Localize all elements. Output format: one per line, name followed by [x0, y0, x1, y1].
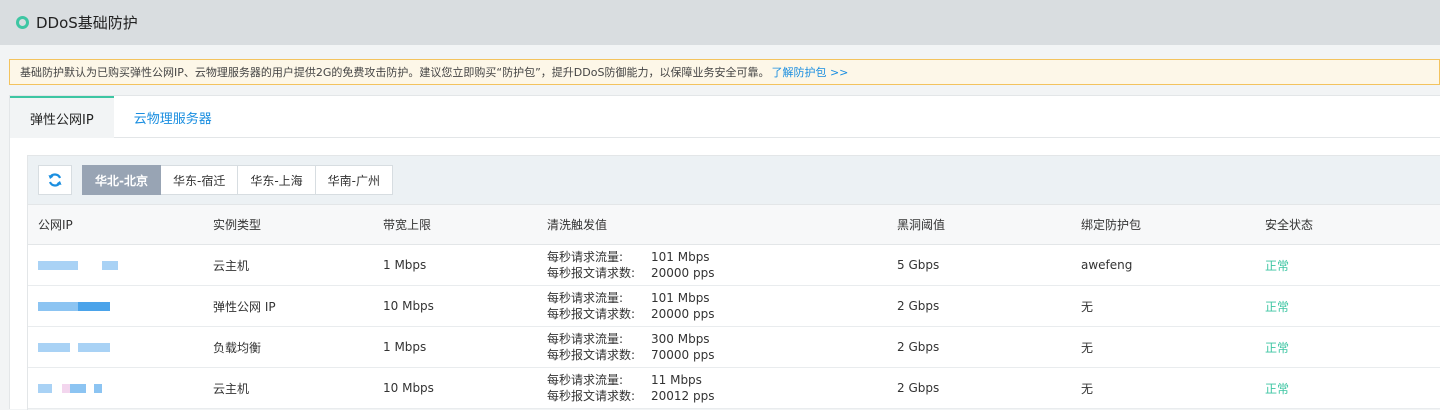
table-row: 弹性公网 IP 10 Mbps 每秒请求流量: 101 Mbps 每秒报文请求数:…: [28, 286, 1440, 327]
flow-value: 300 Mbps: [651, 332, 710, 346]
bandwidth-cell: 1 Mbps: [383, 340, 427, 354]
blackhole-cell: 2 Gbps: [897, 381, 940, 395]
status-cell: 正常: [1265, 258, 1290, 273]
region-selector: 华北-北京 华东-宿迁 华东-上海 华南-广州: [82, 165, 394, 195]
pps-label: 每秒报文请求数:: [547, 266, 636, 280]
type-cell: 弹性公网 IP: [213, 299, 276, 314]
page-title: DDoS基础防护: [36, 14, 138, 32]
blurred-ip: [38, 260, 213, 270]
bandwidth-cell: 1 Mbps: [383, 258, 427, 272]
pps-value: 20012 pps: [651, 389, 715, 403]
ip-cell: [28, 245, 213, 286]
flow-label: 每秒请求流量:: [547, 250, 624, 264]
blackhole-cell: 2 Gbps: [897, 340, 940, 354]
pps-value: 70000 pps: [651, 348, 715, 362]
ip-table: 公网IP 实例类型 带宽上限 清洗触发值 黑洞阈值 绑定防护包 安全状态 云主机…: [28, 204, 1440, 409]
tab-bare-metal[interactable]: 云物理服务器: [114, 96, 232, 138]
region-north-beijing[interactable]: 华北-北京: [82, 165, 161, 195]
notice-text: 基础防护默认为已购买弹性公网IP、云物理服务器的用户提供2G的免费攻击防护。建议…: [20, 66, 770, 79]
region-east-suqian[interactable]: 华东-宿迁: [160, 165, 239, 195]
main-panel: 弹性公网IP 云物理服务器 华北-北京 华东-宿迁 华东-上海 华南-广州 公网…: [9, 95, 1440, 410]
page-header: DDoS基础防护: [0, 0, 1440, 45]
table-row: 云主机 1 Mbps 每秒请求流量: 101 Mbps 每秒报文请求数: 20000…: [28, 245, 1440, 286]
flow-label: 每秒请求流量:: [547, 373, 624, 387]
flow-label: 每秒请求流量:: [547, 332, 624, 346]
table-row: 云主机 10 Mbps 每秒请求流量: 11 Mbps 每秒报文请求数: 20012…: [28, 368, 1440, 409]
table-container: 华北-北京 华东-宿迁 华东-上海 华南-广州 公网IP 实例类型 带宽上限 清…: [27, 155, 1440, 410]
pps-label: 每秒报文请求数:: [547, 307, 636, 321]
ring-icon: [16, 16, 29, 29]
notice-banner: 基础防护默认为已购买弹性公网IP、云物理服务器的用户提供2G的免费攻击防护。建议…: [9, 59, 1440, 85]
col-public-ip: 公网IP: [38, 218, 73, 232]
pps-label: 每秒报文请求数:: [547, 348, 636, 362]
tab-bar: 弹性公网IP 云物理服务器: [10, 96, 1440, 138]
flow-value: 11 Mbps: [651, 373, 702, 387]
flow-value: 101 Mbps: [651, 291, 710, 305]
pps-value: 20000 pps: [651, 307, 715, 321]
bandwidth-cell: 10 Mbps: [383, 381, 434, 395]
clean-cell: 每秒请求流量: 11 Mbps 每秒报文请求数: 20012 pps: [547, 368, 897, 409]
type-cell: 云主机: [213, 381, 250, 396]
col-instance-type: 实例类型: [213, 218, 262, 232]
pps-label: 每秒报文请求数:: [547, 389, 636, 403]
col-blackhole: 黑洞阈值: [897, 218, 946, 232]
package-cell: awefeng: [1081, 258, 1133, 272]
region-east-shanghai[interactable]: 华东-上海: [238, 165, 316, 195]
table-row: 负载均衡 1 Mbps 每秒请求流量: 300 Mbps 每秒报文请求数: 7000…: [28, 327, 1440, 368]
col-status: 安全状态: [1265, 218, 1314, 232]
clean-cell: 每秒请求流量: 101 Mbps 每秒报文请求数: 20000 pps: [547, 286, 897, 327]
ip-cell: [28, 368, 213, 409]
learn-package-link[interactable]: 了解防护包 >>: [771, 64, 848, 80]
bandwidth-cell: 10 Mbps: [383, 299, 434, 313]
blurred-ip: [38, 342, 213, 352]
status-cell: 正常: [1265, 340, 1290, 355]
clean-cell: 每秒请求流量: 300 Mbps 每秒报文请求数: 70000 pps: [547, 327, 897, 368]
blurred-ip: [38, 301, 213, 311]
type-cell: 云主机: [213, 258, 250, 273]
col-package: 绑定防护包: [1081, 218, 1142, 232]
ip-cell: [28, 286, 213, 327]
col-clean-threshold: 清洗触发值: [547, 218, 608, 232]
tab-eip[interactable]: 弹性公网IP: [10, 96, 114, 138]
type-cell: 负载均衡: [213, 340, 262, 355]
flow-value: 101 Mbps: [651, 250, 710, 264]
package-cell: 无: [1081, 299, 1094, 314]
blackhole-cell: 2 Gbps: [897, 299, 940, 313]
flow-label: 每秒请求流量:: [547, 291, 624, 305]
table-header-row: 公网IP 实例类型 带宽上限 清洗触发值 黑洞阈值 绑定防护包 安全状态: [28, 204, 1440, 245]
pps-value: 20000 pps: [651, 266, 715, 280]
package-cell: 无: [1081, 340, 1094, 355]
refresh-button[interactable]: [38, 165, 72, 195]
ip-cell: [28, 327, 213, 368]
blurred-ip: [38, 383, 213, 393]
status-cell: 正常: [1265, 381, 1290, 396]
clean-cell: 每秒请求流量: 101 Mbps 每秒报文请求数: 20000 pps: [547, 245, 897, 286]
blackhole-cell: 5 Gbps: [897, 258, 940, 272]
col-bandwidth: 带宽上限: [383, 218, 432, 232]
package-cell: 无: [1081, 381, 1094, 396]
region-south-guangzhou[interactable]: 华南-广州: [315, 165, 394, 195]
toolbar: 华北-北京 华东-宿迁 华东-上海 华南-广州: [28, 156, 1440, 204]
refresh-icon: [48, 173, 62, 187]
status-cell: 正常: [1265, 299, 1290, 314]
